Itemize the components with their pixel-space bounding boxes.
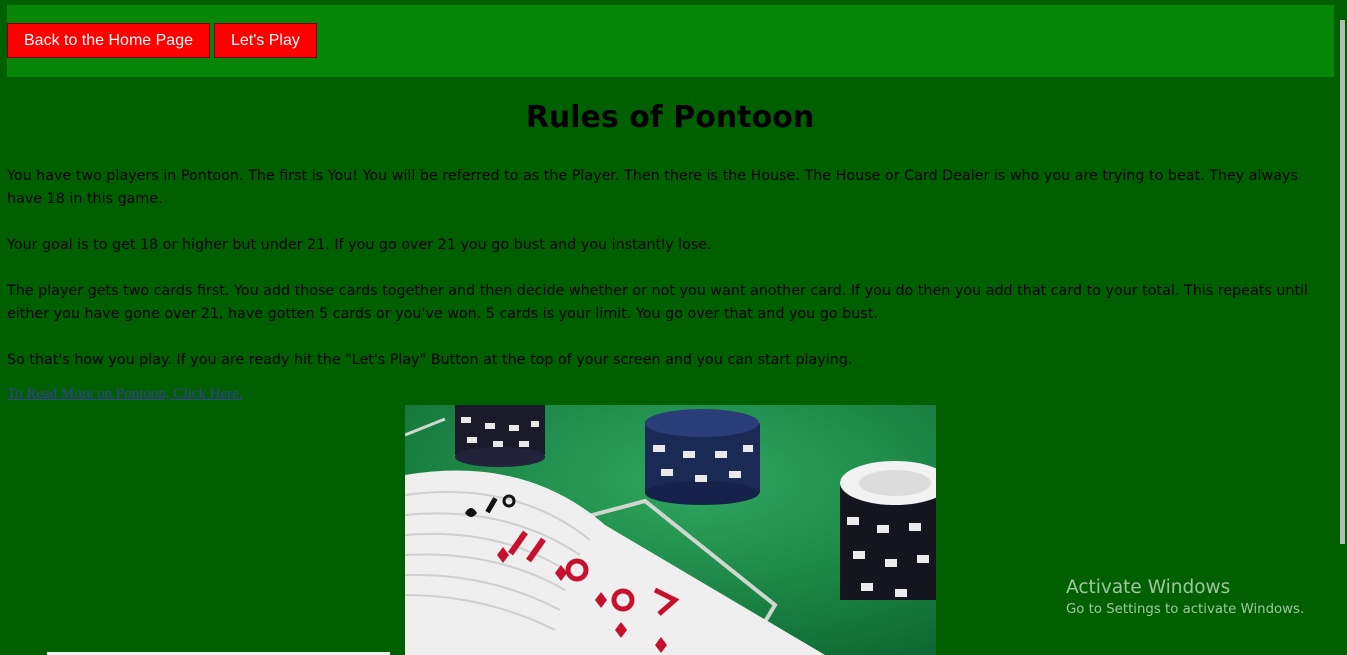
activate-windows-watermark: Activate Windows Go to Settings to activ… <box>1066 576 1304 620</box>
top-navbar: Back to the Home Page Let's Play <box>7 5 1334 77</box>
pontoon-cards-chips-image <box>405 405 936 655</box>
vertical-scrollbar[interactable] <box>1340 0 1347 655</box>
rules-text: You have two players in Pontoon. The fir… <box>7 165 1332 395</box>
cards-and-chips-illustration <box>405 405 936 655</box>
rules-paragraph-start: So that's how you play. If you are ready… <box>7 352 853 368</box>
rules-paragraph-cards: The player gets two cards first. You add… <box>7 283 1308 322</box>
rules-paragraph-goal: Your goal is to get 18 or higher but und… <box>7 237 712 253</box>
page: Back to the Home Page Let's Play Rules o… <box>0 0 1347 655</box>
rules-paragraph-players: You have two players in Pontoon. The fir… <box>7 168 1298 207</box>
scrollbar-thumb[interactable] <box>1340 20 1345 544</box>
home-button[interactable]: Back to the Home Page <box>7 23 210 58</box>
watermark-subtitle: Go to Settings to activate Windows. <box>1066 602 1305 617</box>
lets-play-button[interactable]: Let's Play <box>214 23 317 58</box>
page-title: Rules of Pontoon <box>525 100 815 135</box>
read-more-link[interactable]: To Read More on Pontoon, Click Here. <box>7 386 243 403</box>
watermark-title: Activate Windows <box>1066 577 1231 598</box>
